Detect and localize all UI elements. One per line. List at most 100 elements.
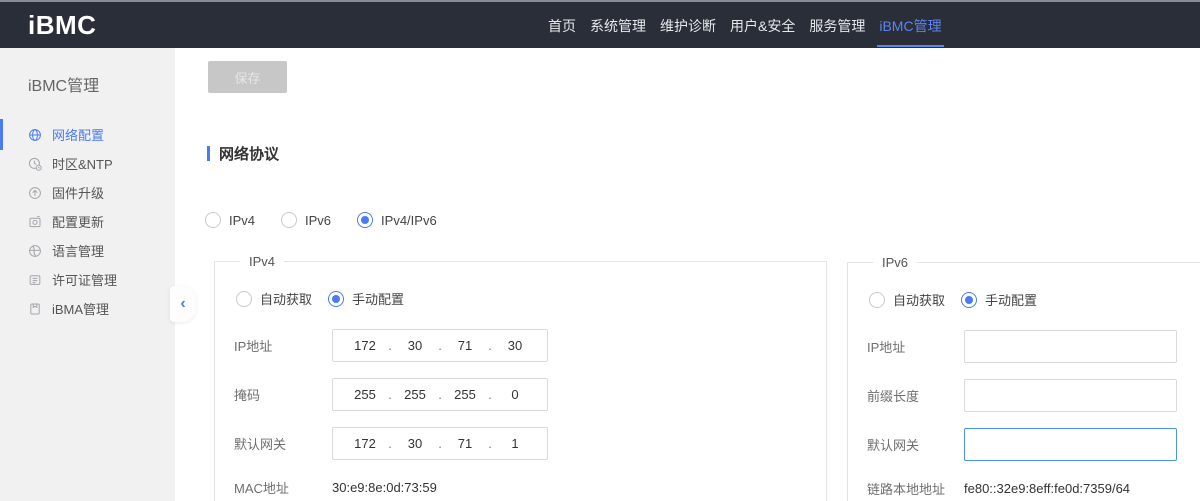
top-navbar: iBMC 首页 系统管理 维护诊断 用户&安全 服务管理 iBMC管理	[0, 0, 1200, 48]
radio-button[interactable]	[281, 212, 297, 228]
radio-ipv4-manual[interactable]: 手动配置	[328, 289, 404, 308]
sidebar-item-label: 固件升级	[52, 183, 104, 202]
radio-button[interactable]	[328, 291, 344, 307]
octet-field[interactable]: 71	[443, 436, 487, 451]
radio-ipv6-auto[interactable]: 自动获取	[869, 290, 945, 309]
nav-item-user-security[interactable]: 用户&安全	[728, 3, 797, 49]
sidebar-item-label: 语言管理	[52, 241, 104, 260]
octet-field[interactable]: 172	[343, 436, 387, 451]
main-content: 保存 网络协议 IPv4 IPv6 IPv4/IPv6 IPv4	[175, 48, 1200, 501]
ipv4-gateway-input[interactable]: 172 . 30 . 71 . 1	[332, 427, 548, 460]
octet-field[interactable]: 30	[393, 436, 437, 451]
ipv4-gateway-row: 默认网关 172 . 30 . 71 . 1	[234, 427, 826, 460]
sidebar-item-timezone-ntp[interactable]: 时区&NTP	[0, 149, 175, 178]
radio-label: IPv4	[229, 213, 255, 228]
octet-field[interactable]: 255	[393, 387, 437, 402]
radio-button[interactable]	[961, 292, 977, 308]
sidebar-item-config-update[interactable]: 配置更新	[0, 207, 175, 236]
ipv6-mode-radio-group: 自动获取 手动配置	[869, 290, 1200, 309]
sidebar: iBMC管理 网络配置 时区&NTP	[0, 48, 175, 501]
radio-ipv4[interactable]: IPv4	[205, 212, 255, 228]
ipv6-gateway-input[interactable]	[964, 428, 1177, 461]
section-title: 网络协议	[219, 143, 279, 164]
ipv6-gateway-row: 默认网关	[867, 428, 1200, 461]
nav-item-ibmc[interactable]: iBMC管理	[877, 3, 943, 49]
sidebar-collapse-button[interactable]: ‹	[170, 286, 196, 322]
sidebar-item-firmware-upgrade[interactable]: 固件升级	[0, 178, 175, 207]
language-icon	[28, 244, 42, 258]
nav-item-home[interactable]: 首页	[546, 3, 578, 49]
sidebar-item-label: 配置更新	[52, 212, 104, 231]
sidebar-item-label: 时区&NTP	[52, 154, 113, 173]
octet-field[interactable]: 1	[493, 436, 537, 451]
ipv4-mode-radio-group: 自动获取 手动配置	[236, 289, 826, 308]
ipv6-form: IP地址 前缀长度 默认网关 链路本地地址 fe80::32e9:8eff:fe…	[867, 330, 1200, 499]
save-button[interactable]: 保存	[208, 61, 287, 93]
octet-field[interactable]: 172	[343, 338, 387, 353]
ipv6-ip-input[interactable]	[964, 330, 1177, 363]
ipv4-panel: IPv4 自动获取 手动配置 IP地址 172 . 30	[214, 254, 827, 501]
chevron-left-icon: ‹	[180, 295, 185, 313]
radio-button[interactable]	[236, 291, 252, 307]
ipv4-mask-row: 掩码 255 . 255 . 255 . 0	[234, 378, 826, 411]
ipv6-prefix-input[interactable]	[964, 379, 1177, 412]
license-icon	[28, 273, 42, 287]
app-logo: iBMC	[28, 10, 96, 41]
sidebar-title: iBMC管理	[28, 72, 175, 96]
radio-label: IPv6	[305, 213, 331, 228]
ibma-icon	[28, 302, 42, 316]
ipv6-link-local-label: 链路本地地址	[867, 479, 964, 498]
octet-field[interactable]: 30	[493, 338, 537, 353]
ipv4-ip-label: IP地址	[234, 336, 332, 355]
sidebar-item-ibma[interactable]: iBMA管理	[0, 294, 175, 323]
radio-ipv4-auto[interactable]: 自动获取	[236, 289, 312, 308]
sidebar-item-language[interactable]: 语言管理	[0, 236, 175, 265]
sidebar-item-label: 网络配置	[52, 125, 104, 144]
radio-button[interactable]	[869, 292, 885, 308]
protocol-radio-group: IPv4 IPv6 IPv4/IPv6	[205, 212, 437, 228]
page: iBMC 首页 系统管理 维护诊断 用户&安全 服务管理 iBMC管理 iBMC…	[0, 0, 1200, 501]
sidebar-item-network-config[interactable]: 网络配置	[0, 120, 175, 149]
octet-field[interactable]: 255	[443, 387, 487, 402]
ipv6-ip-row: IP地址	[867, 330, 1200, 363]
octet-field[interactable]: 71	[443, 338, 487, 353]
radio-button[interactable]	[205, 212, 221, 228]
ipv4-mac-label: MAC地址	[234, 478, 332, 497]
ipv4-mask-input[interactable]: 255 . 255 . 255 . 0	[332, 378, 548, 411]
sidebar-item-label: 许可证管理	[52, 270, 117, 289]
ipv4-mac-value: 30:e9:8e:0d:73:59	[332, 480, 437, 495]
radio-ipv4-ipv6[interactable]: IPv4/IPv6	[357, 212, 437, 228]
ipv4-ip-input[interactable]: 172 . 30 . 71 . 30	[332, 329, 548, 362]
radio-label: 手动配置	[352, 289, 404, 308]
config-update-icon	[28, 215, 42, 229]
ipv4-form: IP地址 172 . 30 . 71 . 30 掩码 255	[234, 329, 826, 498]
nav-item-services[interactable]: 服务管理	[807, 3, 867, 49]
sidebar-menu: 网络配置 时区&NTP 固件升级	[0, 120, 175, 323]
radio-ipv6[interactable]: IPv6	[281, 212, 331, 228]
radio-ipv6-manual[interactable]: 手动配置	[961, 290, 1037, 309]
ipv6-panel-legend: IPv6	[873, 255, 917, 270]
section-header: 网络协议	[207, 143, 279, 164]
radio-label: IPv4/IPv6	[381, 213, 437, 228]
ipv6-panel: IPv6 自动获取 手动配置 IP地址 前缀长度	[847, 255, 1200, 501]
ipv6-link-local-value: fe80::32e9:8eff:fe0d:7359/64	[964, 481, 1130, 496]
ipv6-link-local-row: 链路本地地址 fe80::32e9:8eff:fe0d:7359/64	[867, 477, 1200, 499]
section-accent-bar	[207, 146, 210, 161]
radio-button[interactable]	[357, 212, 373, 228]
ipv4-ip-row: IP地址 172 . 30 . 71 . 30	[234, 329, 826, 362]
nav-item-system[interactable]: 系统管理	[588, 3, 648, 49]
octet-field[interactable]: 30	[393, 338, 437, 353]
network-icon	[28, 128, 42, 142]
ipv4-mask-label: 掩码	[234, 385, 332, 404]
ipv6-gateway-label: 默认网关	[867, 435, 964, 454]
ipv6-prefix-label: 前缀长度	[867, 386, 964, 405]
radio-label: 自动获取	[893, 290, 945, 309]
sidebar-item-license[interactable]: 许可证管理	[0, 265, 175, 294]
timezone-icon	[28, 157, 42, 171]
main-nav: 首页 系统管理 维护诊断 用户&安全 服务管理 iBMC管理	[546, 4, 944, 48]
nav-item-maintenance[interactable]: 维护诊断	[658, 3, 718, 49]
ipv4-mac-row: MAC地址 30:e9:8e:0d:73:59	[234, 476, 826, 498]
octet-field[interactable]: 255	[343, 387, 387, 402]
firmware-upgrade-icon	[28, 186, 42, 200]
octet-field[interactable]: 0	[493, 387, 537, 402]
